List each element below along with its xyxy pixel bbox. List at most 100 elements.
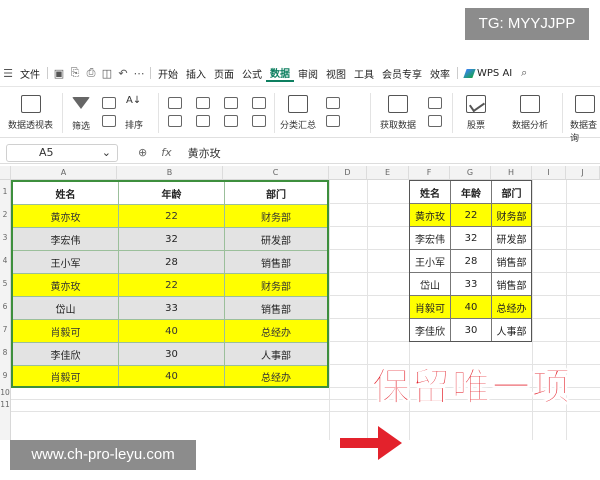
cell-name[interactable]: 黄亦玫 bbox=[410, 204, 451, 227]
row-header[interactable]: 8 bbox=[0, 341, 11, 364]
cell-age[interactable]: 30 bbox=[119, 343, 225, 366]
row-header[interactable]: 11 bbox=[0, 399, 11, 411]
cell-name[interactable]: 黄亦玫 bbox=[13, 205, 119, 228]
cell-age[interactable]: 22 bbox=[119, 274, 225, 297]
data-query-button[interactable]: 数据查询 bbox=[570, 95, 600, 144]
cell-dept[interactable]: 总经办 bbox=[492, 296, 531, 319]
cell-dept[interactable]: 销售部 bbox=[225, 297, 327, 320]
header-cell-name[interactable]: 姓名 bbox=[410, 181, 451, 204]
cell-name[interactable]: 肖毅可 bbox=[13, 320, 119, 343]
pivot-table-button[interactable]: 数据透视表 bbox=[8, 95, 53, 131]
cell-dept[interactable]: 总经办 bbox=[225, 366, 327, 386]
column-header[interactable]: G bbox=[450, 166, 491, 180]
cell-name[interactable]: 李宏伟 bbox=[410, 227, 451, 250]
cell-dept[interactable]: 研发部 bbox=[225, 228, 327, 251]
undo-icon[interactable]: ↶ bbox=[115, 65, 131, 81]
cell-dept[interactable]: 总经办 bbox=[225, 320, 327, 343]
validity-icon[interactable] bbox=[224, 97, 238, 109]
row-header[interactable]: 2 bbox=[0, 203, 11, 226]
cell-age[interactable]: 40 bbox=[451, 296, 492, 319]
menu-hamburger-icon[interactable]: ☰ bbox=[0, 65, 16, 81]
column-header[interactable]: C bbox=[223, 166, 329, 180]
group-icon[interactable] bbox=[326, 97, 340, 109]
cell-name[interactable]: 李佳欣 bbox=[410, 319, 451, 341]
search-icon[interactable]: ⌕ bbox=[516, 65, 532, 81]
row-header[interactable]: 9 bbox=[0, 364, 11, 387]
name-box[interactable]: A5 ⌄ bbox=[6, 143, 118, 162]
sort-button[interactable]: 排序 bbox=[124, 95, 144, 131]
cell-dept[interactable]: 财务部 bbox=[225, 205, 327, 228]
ungroup-icon[interactable] bbox=[326, 115, 340, 127]
column-header[interactable]: A bbox=[11, 166, 117, 180]
tab-tools[interactable]: 工具 bbox=[350, 66, 378, 81]
row-header[interactable]: 6 bbox=[0, 295, 11, 318]
cell-age[interactable]: 40 bbox=[119, 320, 225, 343]
row-header[interactable]: 10 bbox=[0, 387, 11, 399]
cell-age[interactable]: 28 bbox=[119, 251, 225, 274]
cell-name[interactable]: 王小军 bbox=[410, 250, 451, 273]
cell-name[interactable]: 李宏伟 bbox=[13, 228, 119, 251]
cell-dept[interactable]: 销售部 bbox=[225, 251, 327, 274]
zoom-icon[interactable]: ⊕ bbox=[138, 146, 147, 159]
filter-button[interactable]: 筛选 bbox=[72, 95, 90, 132]
reapply-filter-icon[interactable] bbox=[102, 115, 116, 127]
cell-dept[interactable]: 财务部 bbox=[492, 204, 531, 227]
header-cell-dept[interactable]: 部门 bbox=[492, 181, 531, 204]
cell-name[interactable]: 岱山 bbox=[410, 273, 451, 296]
column-header[interactable]: J bbox=[566, 166, 600, 180]
dropdown-list-icon[interactable] bbox=[224, 115, 238, 127]
edit-links-icon[interactable] bbox=[428, 115, 442, 127]
cell-age[interactable]: 33 bbox=[119, 297, 225, 320]
tab-data[interactable]: 数据 bbox=[266, 65, 294, 82]
refresh-icon[interactable] bbox=[428, 97, 442, 109]
export-icon[interactable]: ⎘ bbox=[67, 65, 83, 81]
compare-icon[interactable] bbox=[168, 115, 182, 127]
get-data-button[interactable]: 获取数据 bbox=[380, 95, 416, 131]
tab-efficiency[interactable]: 效率 bbox=[426, 66, 454, 81]
tab-home[interactable]: 开始 bbox=[154, 66, 182, 81]
cell-age[interactable]: 32 bbox=[119, 228, 225, 251]
header-cell-age[interactable]: 年龄 bbox=[119, 182, 225, 205]
tab-member[interactable]: 会员专享 bbox=[378, 66, 426, 81]
row-header[interactable]: 5 bbox=[0, 272, 11, 295]
column-header[interactable]: B bbox=[117, 166, 223, 180]
cell-age[interactable]: 32 bbox=[451, 227, 492, 250]
tab-formula[interactable]: 公式 bbox=[238, 66, 266, 81]
simulate-icon[interactable] bbox=[252, 115, 266, 127]
cell-age[interactable]: 22 bbox=[451, 204, 492, 227]
cell-name[interactable]: 肖毅可 bbox=[410, 296, 451, 319]
tab-review[interactable]: 审阅 bbox=[294, 66, 322, 81]
preview-icon[interactable]: ◫ bbox=[99, 65, 115, 81]
data-analysis-button[interactable]: 数据分析 bbox=[512, 95, 548, 131]
consolidate-icon[interactable] bbox=[252, 97, 266, 109]
row-header[interactable]: 7 bbox=[0, 318, 11, 341]
menu-file[interactable]: 文件 bbox=[16, 66, 44, 81]
cell-name[interactable]: 李佳欣 bbox=[13, 343, 119, 366]
clear-filter-icon[interactable] bbox=[102, 97, 116, 109]
cell-age[interactable]: 22 bbox=[119, 205, 225, 228]
tab-view[interactable]: 视图 bbox=[322, 66, 350, 81]
duplicates-icon[interactable] bbox=[168, 97, 182, 109]
row-header[interactable]: 3 bbox=[0, 226, 11, 249]
cell-dept[interactable]: 人事部 bbox=[225, 343, 327, 366]
stocks-button[interactable]: 股票 bbox=[466, 95, 486, 131]
save-icon[interactable]: ▣ bbox=[51, 65, 67, 81]
column-header[interactable]: I bbox=[532, 166, 566, 180]
function-icon[interactable]: fx bbox=[161, 146, 171, 159]
cell-dept[interactable]: 财务部 bbox=[225, 274, 327, 297]
row-header[interactable]: 4 bbox=[0, 249, 11, 272]
subtotal-button[interactable]: 分类汇总 bbox=[280, 95, 316, 131]
column-header[interactable]: F bbox=[409, 166, 450, 180]
formula-input[interactable]: 黄亦玫 bbox=[188, 145, 221, 161]
cell-name[interactable]: 岱山 bbox=[13, 297, 119, 320]
tab-page[interactable]: 页面 bbox=[210, 66, 238, 81]
cell-dept[interactable]: 销售部 bbox=[492, 273, 531, 296]
split-icon[interactable] bbox=[196, 115, 210, 127]
wps-ai-button[interactable]: WPS AI bbox=[461, 68, 516, 79]
header-cell-dept[interactable]: 部门 bbox=[225, 182, 327, 205]
column-header[interactable]: H bbox=[491, 166, 532, 180]
cell-name[interactable]: 王小军 bbox=[13, 251, 119, 274]
row-header[interactable]: 1 bbox=[0, 180, 11, 203]
header-cell-age[interactable]: 年龄 bbox=[451, 181, 492, 204]
select-all-corner[interactable] bbox=[0, 166, 11, 180]
